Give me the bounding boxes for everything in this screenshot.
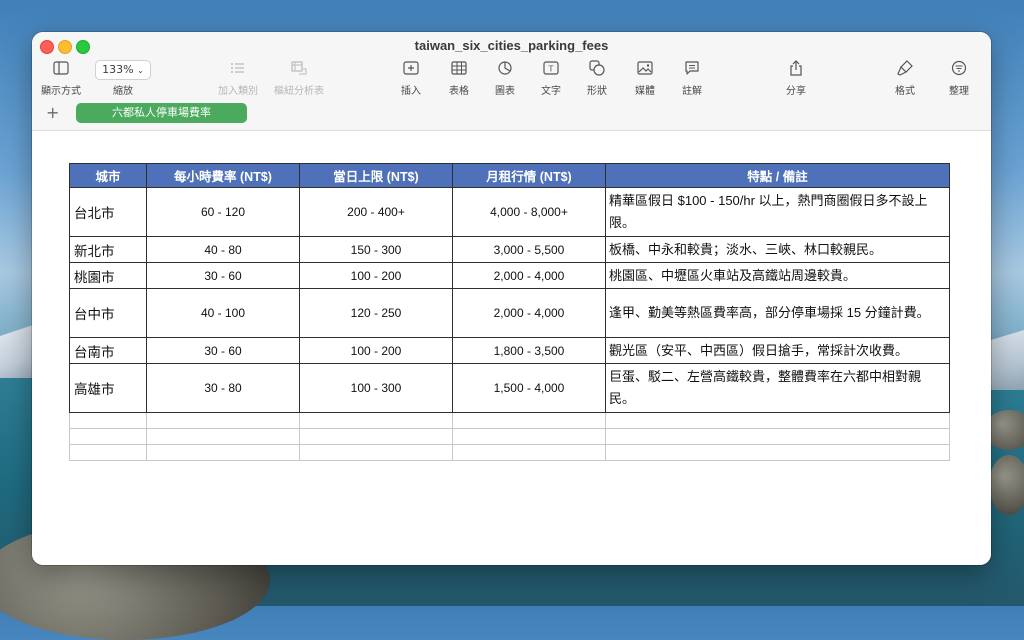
empty-cell[interactable] — [299, 412, 453, 429]
sheet-tab-bar: + 六都私人停車場費率 — [32, 98, 991, 130]
list-icon — [208, 58, 268, 80]
table-row: 台北市 60 - 120 200 - 400+ 4,000 - 8,000+ 精… — [69, 187, 950, 237]
pivot-label: 樞紐分析表 — [274, 86, 324, 97]
zoom-label: 縮放 — [113, 86, 133, 97]
empty-cell[interactable] — [452, 444, 606, 461]
empty-cell[interactable] — [146, 428, 300, 445]
organize-button[interactable]: 整理 — [929, 58, 989, 97]
share-icon — [766, 58, 826, 80]
empty-cell[interactable] — [452, 428, 606, 445]
empty-cell[interactable] — [605, 412, 950, 429]
format-label: 格式 — [895, 86, 915, 97]
cell-city[interactable]: 高雄市 — [69, 363, 147, 413]
parking-fees-table[interactable]: 城市 每小時費率 (NT$) 當日上限 (NT$) 月租行情 (NT$) 特點 … — [69, 163, 950, 461]
format-button[interactable]: 格式 — [875, 58, 935, 97]
zoom-value: 133% — [102, 63, 134, 76]
cell-note[interactable]: 巨蛋、駁二、左營高鐵較貴，整體費率在六都中相對親民。 — [605, 363, 950, 413]
cell-city[interactable]: 台北市 — [69, 187, 147, 237]
cell-monthly[interactable]: 2,000 - 4,000 — [452, 262, 606, 289]
cell-city[interactable]: 桃園市 — [69, 262, 147, 289]
cell-hourly[interactable]: 40 - 100 — [146, 288, 300, 338]
empty-cell[interactable] — [452, 412, 606, 429]
empty-cell[interactable] — [69, 444, 147, 461]
empty-row — [69, 412, 950, 429]
cell-city[interactable]: 台中市 — [69, 288, 147, 338]
add-category-button[interactable]: 加入類別 — [208, 58, 268, 97]
empty-cell[interactable] — [299, 444, 453, 461]
sidebar-icon — [32, 58, 91, 80]
cell-note[interactable]: 板橋、中永和較貴；淡水、三峽、林口較親民。 — [605, 236, 950, 263]
empty-row — [69, 428, 950, 445]
empty-cell[interactable] — [299, 428, 453, 445]
column-header[interactable]: 城市 — [69, 163, 147, 188]
table-row: 台中市 40 - 100 120 - 250 2,000 - 4,000 逢甲、… — [69, 288, 950, 338]
chevron-down-icon: ⌄ — [137, 66, 144, 75]
table-row: 桃園市 30 - 60 100 - 200 2,000 - 4,000 桃園區、… — [69, 262, 950, 289]
cell-monthly[interactable]: 1,500 - 4,000 — [452, 363, 606, 413]
column-header[interactable]: 當日上限 (NT$) — [299, 163, 453, 188]
wallpaper-rock — [989, 455, 1024, 515]
window-title: taiwan_six_cities_parking_fees — [414, 38, 609, 53]
table-row: 新北市 40 - 80 150 - 300 3,000 - 5,500 板橋、中… — [69, 236, 950, 263]
pivot-icon — [269, 58, 329, 80]
empty-cell[interactable] — [69, 428, 147, 445]
sheet-tab-active[interactable]: 六都私人停車場費率 — [76, 103, 247, 123]
cell-daily[interactable]: 150 - 300 — [299, 236, 453, 263]
share-button[interactable]: 分享 — [766, 58, 826, 97]
cell-monthly[interactable]: 4,000 - 8,000+ — [452, 187, 606, 237]
column-header[interactable]: 特點 / 備註 — [605, 163, 950, 188]
comment-icon — [662, 58, 722, 80]
view-button[interactable]: 顯示方式 — [32, 58, 91, 97]
cell-city[interactable]: 新北市 — [69, 236, 147, 263]
cell-hourly[interactable]: 30 - 60 — [146, 337, 300, 364]
cell-daily[interactable]: 100 - 200 — [299, 262, 453, 289]
empty-cell[interactable] — [69, 412, 147, 429]
svg-text:T: T — [548, 65, 554, 74]
cell-hourly[interactable]: 30 - 60 — [146, 262, 300, 289]
comment-label: 註解 — [682, 86, 702, 97]
plus-icon[interactable]: + — [46, 103, 59, 122]
table-row: 台南市 30 - 60 100 - 200 1,800 - 3,500 觀光區（… — [69, 337, 950, 364]
header-row: 城市 每小時費率 (NT$) 當日上限 (NT$) 月租行情 (NT$) 特點 … — [69, 163, 950, 188]
paintbrush-icon — [875, 58, 935, 80]
pivot-table-button[interactable]: 樞紐分析表 — [269, 58, 329, 97]
organize-label: 整理 — [949, 86, 969, 97]
numbers-window: taiwan_six_cities_parking_fees 顯示方式 133%… — [32, 32, 991, 565]
cell-daily[interactable]: 200 - 400+ — [299, 187, 453, 237]
empty-cell[interactable] — [605, 428, 950, 445]
cell-city[interactable]: 台南市 — [69, 337, 147, 364]
table-row: 高雄市 30 - 80 100 - 300 1,500 - 4,000 巨蛋、駁… — [69, 363, 950, 413]
cell-daily[interactable]: 100 - 300 — [299, 363, 453, 413]
window-toolbar: taiwan_six_cities_parking_fees 顯示方式 133%… — [32, 32, 991, 131]
cell-hourly[interactable]: 40 - 80 — [146, 236, 300, 263]
share-label: 分享 — [786, 86, 806, 97]
cell-monthly[interactable]: 1,800 - 3,500 — [452, 337, 606, 364]
column-header[interactable]: 每小時費率 (NT$) — [146, 163, 300, 188]
cell-hourly[interactable]: 60 - 120 — [146, 187, 300, 237]
empty-row — [69, 444, 950, 461]
empty-cell[interactable] — [146, 444, 300, 461]
empty-cell[interactable] — [146, 412, 300, 429]
cell-monthly[interactable]: 3,000 - 5,500 — [452, 236, 606, 263]
comment-button[interactable]: 註解 — [662, 58, 722, 97]
cell-monthly[interactable]: 2,000 - 4,000 — [452, 288, 606, 338]
cell-note[interactable]: 桃園區、中壢區火車站及高鐵站周邊較貴。 — [605, 262, 950, 289]
zoom-select[interactable]: 133% ⌄ — [95, 60, 151, 80]
view-label: 顯示方式 — [41, 86, 81, 97]
cell-daily[interactable]: 120 - 250 — [299, 288, 453, 338]
add-category-label: 加入類別 — [218, 86, 258, 97]
cell-note[interactable]: 逢甲、勤美等熱區費率高，部分停車場採 15 分鐘計費。 — [605, 288, 950, 338]
cell-hourly[interactable]: 30 - 80 — [146, 363, 300, 413]
sheet-canvas[interactable]: 城市 每小時費率 (NT$) 當日上限 (NT$) 月租行情 (NT$) 特點 … — [32, 131, 991, 565]
filter-icon — [929, 58, 989, 80]
column-header[interactable]: 月租行情 (NT$) — [452, 163, 606, 188]
cell-note[interactable]: 觀光區（安平、中西區）假日搶手，常採計次收費。 — [605, 337, 950, 364]
cell-note[interactable]: 精華區假日 $100 - 150/hr 以上，熱門商圈假日多不設上限。 — [605, 187, 950, 237]
empty-cell[interactable] — [605, 444, 950, 461]
zoom-control[interactable]: 133% ⌄ 縮放 — [93, 58, 153, 97]
cell-daily[interactable]: 100 - 200 — [299, 337, 453, 364]
